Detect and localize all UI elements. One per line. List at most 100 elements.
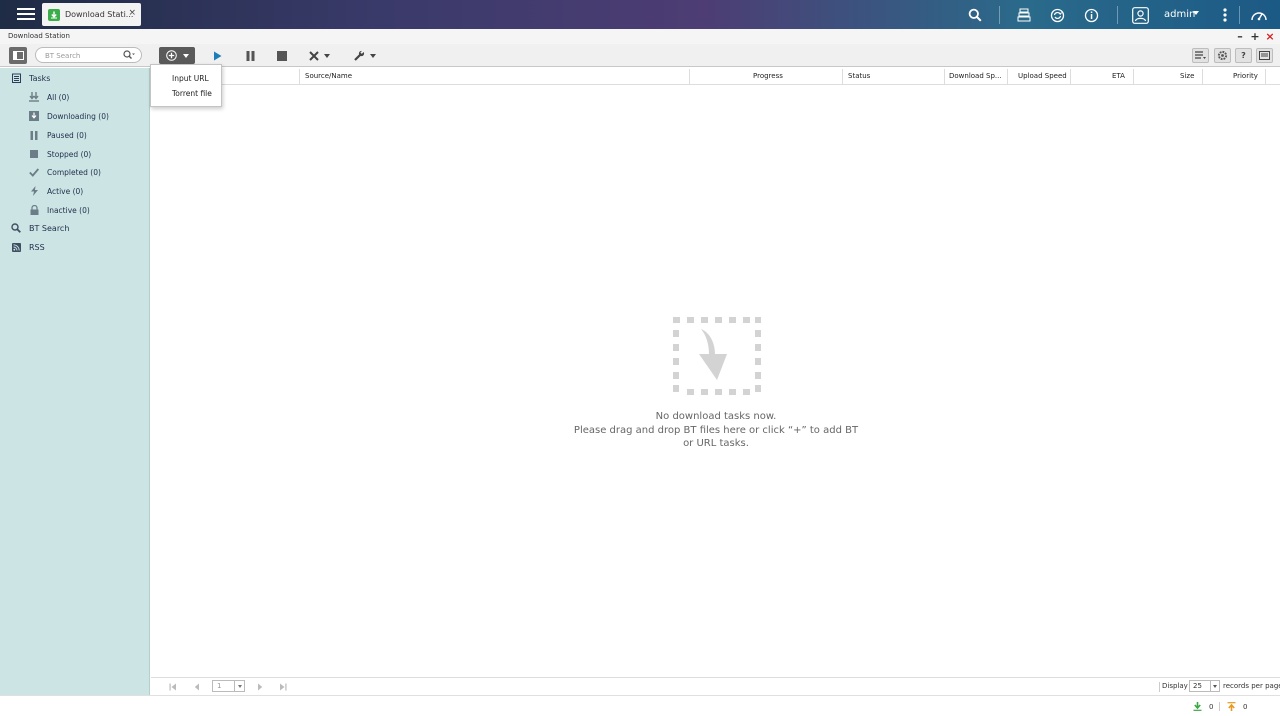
page-number-field[interactable]: 1 [212, 680, 245, 692]
dashboard-gauge-icon[interactable] [1249, 5, 1269, 25]
stop-icon [277, 50, 287, 61]
play-icon [213, 51, 221, 60]
column-header-eta[interactable]: ETA [1112, 72, 1125, 80]
column-separator [842, 69, 843, 84]
sidebar-item-label: Tasks [29, 73, 51, 83]
bolt-icon [29, 186, 39, 196]
remove-button[interactable] [305, 47, 333, 64]
close-window-button[interactable]: × [1264, 30, 1276, 43]
prev-page-icon[interactable] [192, 682, 202, 692]
panel-toggle-button[interactable] [1256, 48, 1273, 63]
hamburger-menu-icon[interactable] [14, 5, 38, 23]
app-tab-download-station[interactable]: Download Stati... × [42, 3, 141, 26]
stacked-layers-icon[interactable] [1014, 5, 1034, 25]
records-dropdown-icon [1210, 681, 1219, 691]
page-number: 1 [217, 682, 222, 690]
sidebar-item-all[interactable]: All (0) [29, 92, 69, 102]
column-header-priority[interactable]: Priority [1233, 72, 1258, 80]
sync-icon[interactable] [1047, 5, 1067, 25]
sidebar-item-bt-search[interactable]: BT Search [11, 223, 69, 233]
downloading-icon [29, 111, 39, 121]
sidebar-item-label: Completed (0) [47, 167, 101, 177]
top-separator [1239, 6, 1240, 24]
sidebar-item-downloading[interactable]: Downloading (0) [29, 111, 109, 121]
column-separator [1007, 69, 1008, 84]
sidebar-item-tasks[interactable]: Tasks [11, 73, 50, 83]
menu-item-torrent-file[interactable]: Torrent file [172, 89, 212, 98]
tab-close-icon[interactable]: × [128, 8, 136, 18]
column-separator [299, 69, 300, 84]
download-arrow-icon [1193, 702, 1202, 711]
empty-state-line: Please drag and drop BT files here or cl… [573, 424, 859, 436]
wrench-icon [354, 50, 365, 61]
top-separator [999, 6, 1000, 24]
bt-search-input[interactable] [45, 50, 121, 61]
first-page-icon[interactable] [168, 682, 178, 692]
last-page-icon[interactable] [278, 682, 288, 692]
upload-status: 0 [1227, 702, 1247, 711]
sidebar-toggle-button[interactable] [9, 47, 27, 64]
column-separator [1265, 69, 1266, 84]
pause-button[interactable] [243, 47, 257, 64]
top-bar: Download Stati... × admin [0, 0, 1280, 29]
tools-button[interactable] [351, 47, 379, 64]
display-label: Display [1162, 682, 1188, 690]
sidebar-item-paused[interactable]: Paused (0) [29, 130, 87, 140]
records-per-page-select[interactable]: 25 [1189, 680, 1220, 692]
status-bar: 0 0 [0, 695, 1280, 716]
user-menu-caret-icon[interactable] [1193, 11, 1199, 15]
column-separator [944, 69, 945, 84]
sidebar-item-rss[interactable]: RSS [11, 242, 45, 252]
user-icon[interactable] [1130, 5, 1150, 25]
more-vertical-icon[interactable] [1215, 5, 1235, 25]
minimize-button[interactable]: – [1234, 30, 1246, 43]
start-button[interactable] [210, 47, 224, 64]
top-separator [1117, 6, 1118, 24]
column-header-upload-speed[interactable]: Upload Speed [1018, 72, 1067, 80]
sidebar-item-active[interactable]: Active (0) [29, 186, 83, 196]
search-icon[interactable] [965, 5, 985, 25]
rss-icon [11, 242, 21, 252]
column-header-size[interactable]: Size [1180, 72, 1194, 80]
info-icon[interactable] [1081, 5, 1101, 25]
sidebar-item-label: Downloading (0) [47, 111, 109, 121]
settings-button[interactable] [1214, 48, 1231, 63]
column-header-status[interactable]: Status [848, 72, 870, 80]
search-icon [11, 223, 21, 233]
empty-state-line: or URL tasks. [683, 438, 749, 449]
column-header-source-name[interactable]: Source/Name [305, 72, 352, 80]
sidebar-item-inactive[interactable]: Inactive (0) [29, 205, 90, 215]
sidebar-item-label: Paused (0) [47, 130, 87, 140]
remove-icon [308, 50, 319, 61]
add-icon [165, 50, 177, 61]
sidebar-toggle-icon [12, 51, 24, 60]
user-name[interactable]: admin [1164, 9, 1195, 20]
next-page-icon[interactable] [255, 682, 265, 692]
download-station-icon [48, 8, 60, 21]
maximize-button[interactable]: + [1249, 30, 1261, 43]
search-options-icon[interactable] [123, 50, 135, 62]
clipboard-icon [11, 73, 21, 83]
empty-state: No download tasks now. Please drag and d… [560, 314, 872, 451]
column-header-progress[interactable]: Progress [753, 72, 783, 80]
bt-search-box[interactable] [35, 47, 142, 63]
add-dropdown-caret-icon [182, 53, 189, 58]
window-title: Download Station [8, 32, 70, 40]
sidebar-item-label: Active (0) [47, 186, 84, 196]
sidebar-item-completed[interactable]: Completed (0) [29, 167, 101, 177]
add-task-button[interactable] [159, 47, 195, 64]
sidebar-item-stopped[interactable]: Stopped (0) [29, 149, 91, 159]
list-settings-button[interactable] [1192, 48, 1209, 63]
stopped-icon [29, 149, 39, 159]
column-header-download-speed[interactable]: Download Sp... [949, 72, 1002, 80]
sidebar-item-label: Inactive (0) [47, 205, 90, 215]
download-status: 0 [1193, 702, 1213, 711]
tools-dropdown-caret-icon [370, 53, 376, 58]
page-dropdown-icon[interactable] [234, 681, 244, 691]
help-button[interactable]: ? [1235, 48, 1252, 63]
sidebar-item-label: All (0) [47, 92, 70, 102]
drop-zone-download-icon [671, 314, 761, 396]
paused-icon [29, 130, 39, 140]
menu-item-input-url[interactable]: Input URL [172, 74, 209, 83]
stop-button[interactable] [275, 47, 289, 64]
